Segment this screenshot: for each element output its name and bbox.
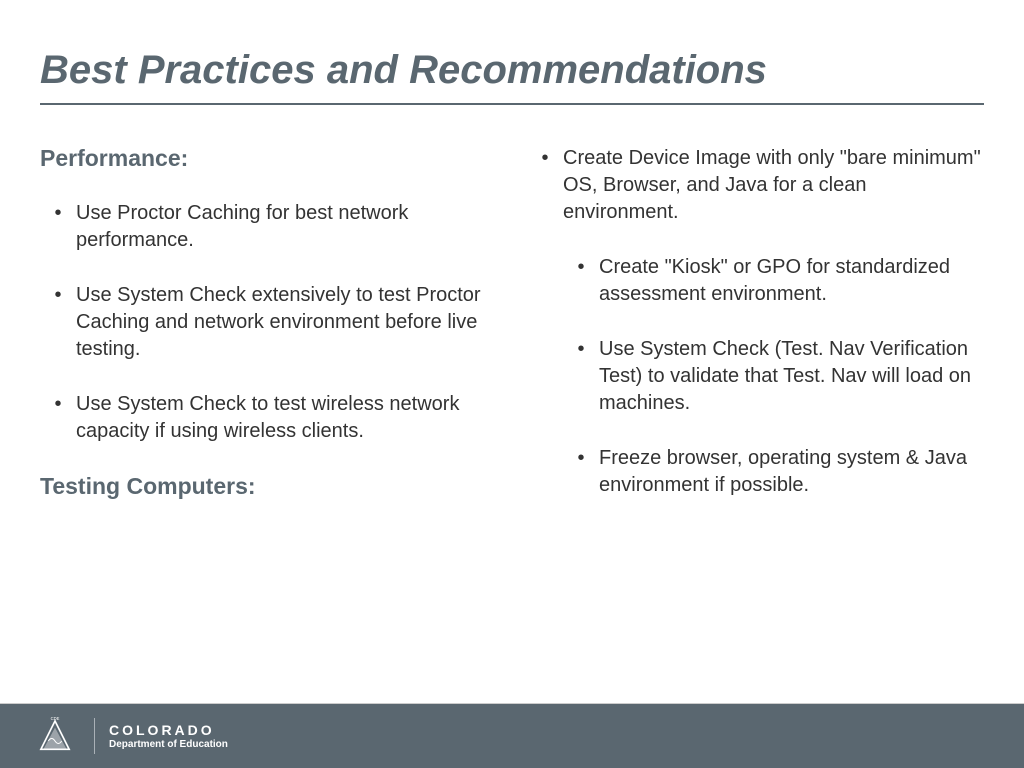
content-area: Performance: • Use Proctor Caching for b… [40, 145, 984, 528]
bullet-marker: • [40, 282, 76, 363]
performance-heading: Performance: [40, 145, 497, 172]
footer-bar: CDE COLORADO Department of Education [0, 704, 1024, 768]
right-column: • Create Device Image with only "bare mi… [527, 145, 984, 528]
bullet-marker: • [40, 391, 76, 445]
performance-list: • Use Proctor Caching for best network p… [40, 200, 497, 445]
list-item-text: Use System Check (Test. Nav Verification… [599, 336, 984, 417]
slide-container: Best Practices and Recommendations Perfo… [0, 0, 1024, 768]
list-item-text: Freeze browser, operating system & Java … [599, 445, 984, 499]
list-item: • Use Proctor Caching for best network p… [40, 200, 497, 254]
bullet-marker: • [563, 445, 599, 499]
bullet-marker: • [563, 336, 599, 417]
list-item-text: Use System Check to test wireless networ… [76, 391, 497, 445]
list-item: • Use System Check extensively to test P… [40, 282, 497, 363]
footer-text-block: COLORADO Department of Education [109, 722, 228, 750]
list-item: • Create Device Image with only "bare mi… [527, 145, 984, 226]
footer-state-name: COLORADO [109, 722, 228, 738]
list-item-text: Use System Check extensively to test Pro… [76, 282, 497, 363]
list-item: • Use System Check to test wireless netw… [40, 391, 497, 445]
list-item-text: Create "Kiosk" or GPO for standardized a… [599, 254, 984, 308]
bullet-marker: • [527, 145, 563, 226]
footer-vertical-divider [94, 718, 95, 754]
list-item: • Use System Check (Test. Nav Verificati… [563, 336, 984, 417]
left-column: Performance: • Use Proctor Caching for b… [40, 145, 497, 528]
right-list: • Create Device Image with only "bare mi… [527, 145, 984, 226]
footer-department-name: Department of Education [109, 739, 228, 750]
list-item-text: Create Device Image with only "bare mini… [563, 145, 984, 226]
nested-list: • Create "Kiosk" or GPO for standardized… [563, 254, 984, 499]
list-item: • Freeze browser, operating system & Jav… [563, 445, 984, 499]
testing-computers-heading: Testing Computers: [40, 473, 497, 500]
logo-badge-text: CDE [51, 716, 60, 721]
slide-title: Best Practices and Recommendations [40, 48, 984, 105]
list-item-text: Use Proctor Caching for best network per… [76, 200, 497, 254]
colorado-logo-icon: CDE [30, 716, 80, 756]
bullet-marker: • [40, 200, 76, 254]
bullet-marker: • [563, 254, 599, 308]
list-item: • Create "Kiosk" or GPO for standardized… [563, 254, 984, 308]
